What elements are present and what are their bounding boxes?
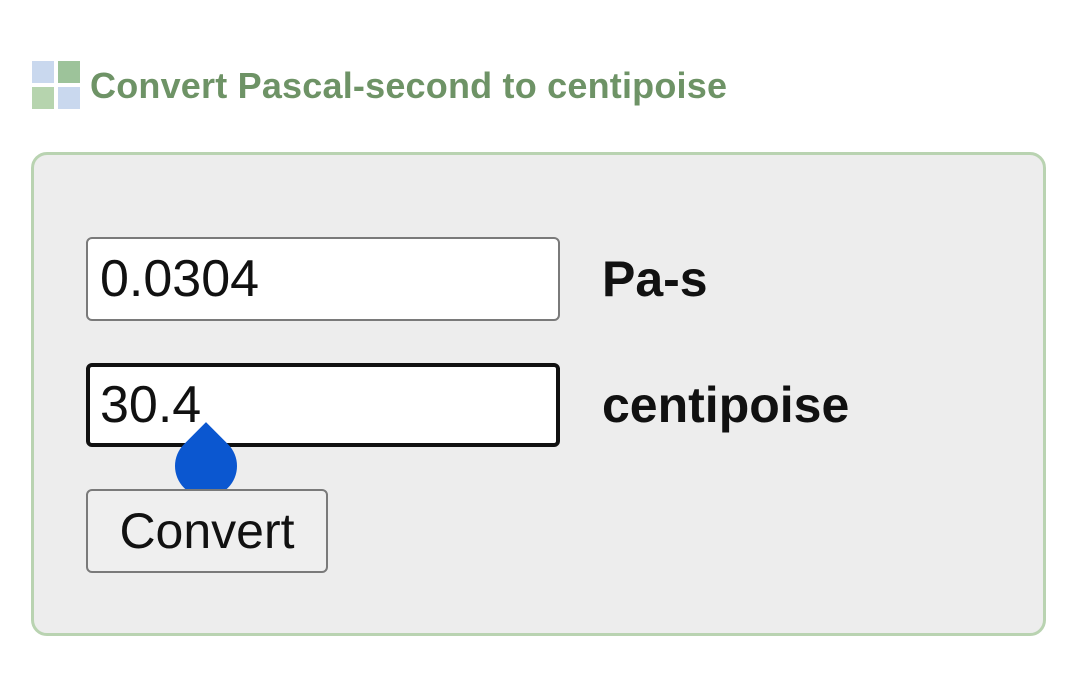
logo-square: [32, 61, 54, 83]
page-heading: Convert Pascal-second to centipoise: [32, 60, 727, 112]
centipoise-input[interactable]: [86, 363, 560, 447]
convert-button[interactable]: Convert: [86, 489, 328, 573]
logo-square: [58, 61, 80, 83]
output-unit-label: centipoise: [602, 377, 850, 433]
converter-panel: Pa-s centipoise Convert: [31, 152, 1046, 636]
input-unit-label: Pa-s: [602, 251, 708, 307]
page-title: Convert Pascal-second to centipoise: [90, 65, 728, 106]
logo-square: [58, 87, 80, 109]
converter-logo-icon: [32, 61, 82, 111]
page: Convert Pascal-second to centipoise Pa-s…: [0, 0, 1080, 698]
logo-square: [32, 87, 54, 109]
input-row: Pa-s: [86, 237, 708, 321]
pascal-second-input[interactable]: [86, 237, 560, 321]
